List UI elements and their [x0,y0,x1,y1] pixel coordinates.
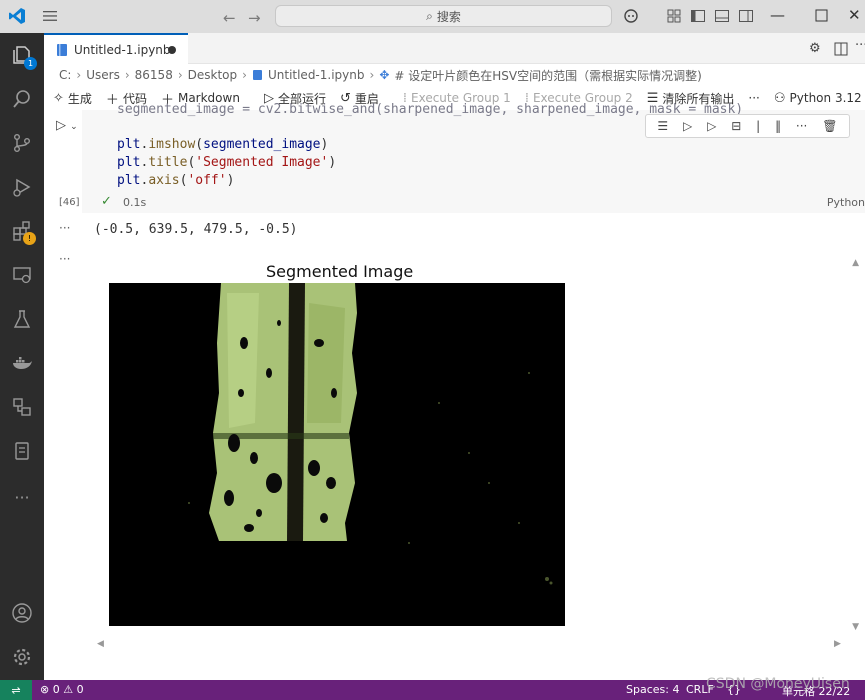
error-icon: ⊗ [40,683,50,696]
maximize-button[interactable] [815,9,828,22]
toggle-secondary-sidebar-icon[interactable] [738,8,754,24]
chevron-right-icon: › [76,68,82,82]
execute-below-icon[interactable]: ▷ [707,119,716,133]
remote-explorer-icon[interactable] [10,263,34,287]
extensions-icon[interactable]: ! [10,219,36,245]
search-sidebar-icon[interactable] [10,87,34,111]
breadcrumb-item[interactable]: Desktop [188,68,238,82]
breadcrumb-item[interactable]: Users [86,68,120,82]
tab-label: Untitled-1.ipynb [74,42,171,57]
notebook-file-icon [57,43,67,56]
unsaved-dot-icon[interactable] [168,46,176,54]
segmented-image-output [109,283,565,626]
back-arrow-icon[interactable]: ← [223,9,236,27]
kernel-picker[interactable]: ⚇ Python 3.12 [774,91,862,106]
command-center-search[interactable]: ⌕ 搜索 [275,5,612,27]
accounts-icon[interactable] [10,601,34,625]
toggle-panel-icon[interactable] [714,8,730,24]
breadcrumb-item[interactable]: Untitled-1.ipynb [268,68,365,82]
editor-tab-bar: Untitled-1.ipynb ⚙ ··· [44,33,865,64]
execution-count: [46] [59,197,80,208]
cell-language[interactable]: Python [827,196,865,209]
python-kernel-icon: ⚇ [773,90,786,106]
insert-cell-above-icon[interactable]: | [756,119,760,133]
testing-flask-icon[interactable] [10,307,34,331]
code-cell-icon: ✥ [379,68,390,82]
problems-indicator[interactable]: ⊗ 0 ⚠ 0 [40,683,84,696]
more-actions-icon[interactable]: ··· [855,38,865,53]
activity-bar: 1 ! ··· [0,33,44,680]
code-line: plt.imshow(segmented_image) [117,137,329,152]
remote-indicator-icon[interactable]: ⇌ [0,680,32,700]
delete-cell-icon[interactable]: 🗑 [822,119,837,133]
chevron-right-icon: › [177,68,183,82]
warning-badge-icon: ! [23,232,36,245]
close-window-button[interactable]: ✕ [848,6,861,24]
execution-duration: 0.1s [123,196,147,209]
notebook-file-icon [252,70,262,80]
vscode-logo-icon [9,8,25,24]
breadcrumb-item[interactable]: 86158 [135,68,173,82]
cell-toolbar: ☰ ▷ ▷ ⊟ | ‖ ··· 🗑 [645,114,850,138]
search-icon: ⌕ [426,8,433,23]
run-cell-button[interactable]: ▷ ⌄ [56,118,78,133]
split-editor-icon[interactable] [834,42,848,56]
explorer-icon[interactable]: 1 [10,43,37,70]
chevron-down-icon: ⌄ [70,122,78,132]
scroll-right-icon[interactable]: ▶ [834,639,841,649]
minimize-button[interactable]: — [770,6,785,24]
axis-output-text: (-0.5, 639.5, 479.5, -0.5) [94,222,298,237]
forward-arrow-icon[interactable]: → [248,9,261,27]
remote-connections-icon[interactable] [10,395,34,419]
watermark: CSDN @MoneyUisen [706,676,850,692]
run-debug-icon[interactable] [10,175,34,199]
jupyter-notebook-icon[interactable] [10,439,34,463]
settings-gear-icon[interactable] [10,645,34,669]
chevron-right-icon: › [369,68,375,82]
docker-icon[interactable] [10,351,34,375]
output-more-actions[interactable]: ··· [59,252,70,266]
menu-icon[interactable] [42,8,58,24]
breadcrumb: C: › Users › 86158 › Desktop › Untitled-1.ip… [44,64,865,86]
scroll-down-icon[interactable]: ▼ [852,622,859,632]
explorer-badge: 1 [24,57,37,70]
cell-more-icon[interactable]: ··· [796,119,807,133]
cell-status-bar: [46] ✓ 0.1s Python [44,194,865,212]
warning-count: 0 [76,683,84,696]
generate-label: 生成 [67,91,92,106]
tab-untitled-notebook[interactable]: Untitled-1.ipynb [44,33,188,64]
split-cell-icon[interactable]: ⊟ [731,119,741,133]
success-check-icon: ✓ [101,194,112,209]
search-label: 搜索 [436,9,461,24]
scroll-up-icon[interactable]: ▲ [852,258,859,268]
run-by-line-icon[interactable]: ☰ [657,119,668,133]
toggle-primary-sidebar-icon[interactable] [690,8,706,24]
title-bar: ← → ⌕ 搜索 — ✕ [0,0,865,33]
copilot-icon[interactable] [623,8,639,24]
segmented-leaf-image [109,283,565,626]
sparkle-icon: ✧ [53,90,64,106]
code-line: plt.axis('off') [117,173,235,188]
scroll-left-icon[interactable]: ◀ [97,639,104,649]
error-count: 0 [52,683,60,696]
notebook-editor: ▷ ⌄ segmented_image = cv2.bitwise_and(sh… [44,102,865,680]
source-control-icon[interactable] [10,131,34,155]
output-more-actions[interactable]: ··· [59,221,70,235]
execute-above-icon[interactable]: ▷ [683,119,692,133]
customize-layout-icon[interactable] [666,8,682,24]
chevron-right-icon: › [124,68,130,82]
kernel-label: Python 3.12 [789,91,862,105]
code-line: plt.title('Segmented Image') [117,155,337,170]
toolbar-more-button[interactable]: ··· [748,91,759,105]
breadcrumb-item[interactable]: # 设定叶片颜色在HSV空间的范围（需根据实际情况调整) [394,67,701,84]
chevron-right-icon: › [242,68,247,82]
generate-button[interactable]: ✧ 生成 [53,90,92,107]
insert-cell-below-icon[interactable]: ‖ [775,119,781,133]
notebook-settings-gear-icon[interactable]: ⚙ [809,41,821,56]
plot-title: Segmented Image [266,262,414,281]
more-views-icon[interactable]: ··· [10,485,34,509]
warning-icon: ⚠ [63,683,74,696]
indentation-status[interactable]: Spaces: 4 [626,683,679,696]
breadcrumb-item[interactable]: C: [59,68,71,82]
